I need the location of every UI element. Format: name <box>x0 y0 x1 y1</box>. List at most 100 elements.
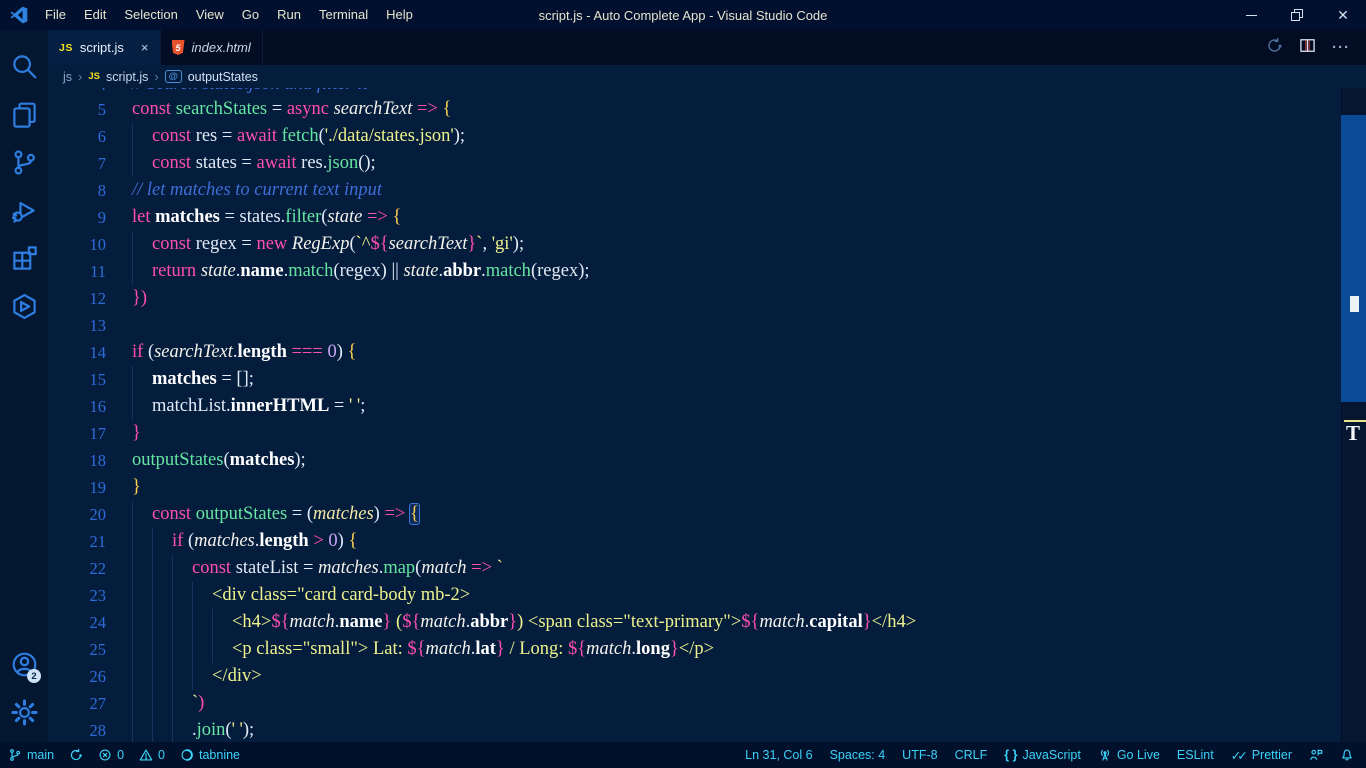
breadcrumb-file[interactable]: script.js <box>106 70 148 84</box>
code-token: matchList <box>152 396 226 416</box>
breadcrumb-folder[interactable]: js <box>63 70 72 84</box>
tabnine-item[interactable]: tabnine <box>180 748 240 762</box>
code-token: } <box>132 423 141 443</box>
symbol-icon: @ <box>165 70 182 83</box>
code-token: state <box>201 261 236 281</box>
tab-index.html[interactable]: 5index.html <box>161 30 263 65</box>
git-branch-item[interactable]: main <box>8 748 54 762</box>
account-icon[interactable]: 2 <box>0 640 48 688</box>
code-token: <h4> <box>232 612 271 632</box>
code-token: const <box>132 99 176 119</box>
line-content: // let matches to current text input <box>132 177 382 204</box>
line-number: 20 <box>48 501 106 528</box>
braces-icon: { } <box>1004 748 1017 762</box>
code-token: // let matches to current text input <box>132 180 382 200</box>
line-content: <div class="card card-body mb-2> <box>132 582 470 609</box>
indent-guide <box>132 636 133 663</box>
code-token: ' ' <box>232 720 243 740</box>
code-token: = <box>329 396 349 416</box>
code-token: = <box>220 207 240 227</box>
code-token: searchText <box>389 234 468 254</box>
menu-edit[interactable]: Edit <box>75 0 115 30</box>
menu-file[interactable]: File <box>36 0 75 30</box>
explorer-icon[interactable] <box>0 90 48 138</box>
code-token: lat <box>475 639 496 659</box>
indent-guide <box>172 555 173 582</box>
code-token: = <box>267 99 287 119</box>
indent-guide <box>132 717 133 742</box>
restore-button[interactable] <box>1274 0 1320 30</box>
code-line: 10const regex = new RegExp(`^${searchTex… <box>48 231 1366 258</box>
line-content: const searchStates = async searchText =>… <box>132 96 451 123</box>
line-number: 17 <box>48 420 106 447</box>
code-line: 15matches = []; <box>48 366 1366 393</box>
split-editor-icon[interactable] <box>1299 37 1316 59</box>
code-token: capital <box>809 612 862 632</box>
scrollbar-thumb[interactable] <box>1341 115 1366 402</box>
line-content: const regex = new RegExp(`^${searchText}… <box>132 231 524 258</box>
search-icon[interactable] <box>0 42 48 90</box>
line-content: const states = await res.json(); <box>132 150 376 177</box>
code-editor[interactable]: T 4// Search states.json and filter it5c… <box>48 88 1366 742</box>
source-control-icon[interactable] <box>0 138 48 186</box>
code-token: = <box>237 234 257 254</box>
eol-item[interactable]: CRLF <box>955 748 988 762</box>
language-mode-item[interactable]: { }JavaScript <box>1004 748 1081 762</box>
feedback-item[interactable] <box>1309 748 1323 762</box>
indent-guide <box>192 582 193 609</box>
indent-guide <box>152 663 153 690</box>
warnings-item[interactable]: 0 <box>139 748 165 762</box>
indent-guide <box>132 690 133 717</box>
indentation-item[interactable]: Spaces: 4 <box>830 748 886 762</box>
indent-guide <box>172 582 173 609</box>
minimize-button[interactable] <box>1228 0 1274 30</box>
extensions-icon[interactable] <box>0 234 48 282</box>
hex-extension-icon[interactable] <box>0 282 48 330</box>
cursor-position-item[interactable]: Ln 31, Col 6 <box>745 748 812 762</box>
encoding-item[interactable]: UTF-8 <box>902 748 937 762</box>
errors-item[interactable]: 0 <box>98 748 124 762</box>
prettier-item[interactable]: ✓✓Prettier <box>1231 748 1292 763</box>
close-button[interactable]: ✕ <box>1320 0 1366 30</box>
sync-changes-icon[interactable] <box>1266 37 1283 59</box>
code-token: if <box>132 342 148 362</box>
code-token: } <box>863 612 872 632</box>
tab-close-icon[interactable]: × <box>141 40 149 55</box>
line-content: if (matches.length > 0) { <box>132 528 357 555</box>
eslint-item[interactable]: ESLint <box>1177 748 1214 762</box>
indent-guide <box>132 609 133 636</box>
line-number: 18 <box>48 447 106 474</box>
branch-icon <box>8 748 22 762</box>
settings-gear-icon[interactable] <box>0 688 48 736</box>
more-actions-icon[interactable]: ··· <box>1332 39 1350 56</box>
menu-selection[interactable]: Selection <box>115 0 186 30</box>
code-token: searchText <box>334 99 413 119</box>
code-line: 4// Search states.json and filter it <box>48 88 1366 96</box>
menu-view[interactable]: View <box>187 0 233 30</box>
code-token: } <box>496 639 505 659</box>
code-line: 28.join(' '); <box>48 717 1366 742</box>
status-label: UTF-8 <box>902 748 937 762</box>
menu-help[interactable]: Help <box>377 0 422 30</box>
tab-label: index.html <box>192 40 251 55</box>
code-token: json <box>327 153 358 173</box>
line-number: 25 <box>48 636 106 663</box>
menu-go[interactable]: Go <box>233 0 268 30</box>
menu-run[interactable]: Run <box>268 0 310 30</box>
sync-item[interactable] <box>69 748 83 762</box>
run-debug-icon[interactable] <box>0 186 48 234</box>
notifications-item[interactable] <box>1340 748 1354 762</box>
tab-script.js[interactable]: JSscript.js× <box>48 30 161 65</box>
code-line: 16matchList.innerHTML = ' '; <box>48 393 1366 420</box>
code-line: 11return state.name.match(regex) || stat… <box>48 258 1366 285</box>
menu-terminal[interactable]: Terminal <box>310 0 377 30</box>
code-token: ); <box>294 450 305 470</box>
code-token: ); <box>243 720 254 740</box>
code-line: 6const res = await fetch('./data/states.… <box>48 123 1366 150</box>
line-number: 5 <box>48 96 106 123</box>
go-live-item[interactable]: Go Live <box>1098 748 1160 762</box>
code-token: RegExp <box>292 234 350 254</box>
breadcrumb-symbol[interactable]: outputStates <box>188 70 258 84</box>
code-token: matches <box>155 207 220 227</box>
indent-guide <box>192 609 193 636</box>
